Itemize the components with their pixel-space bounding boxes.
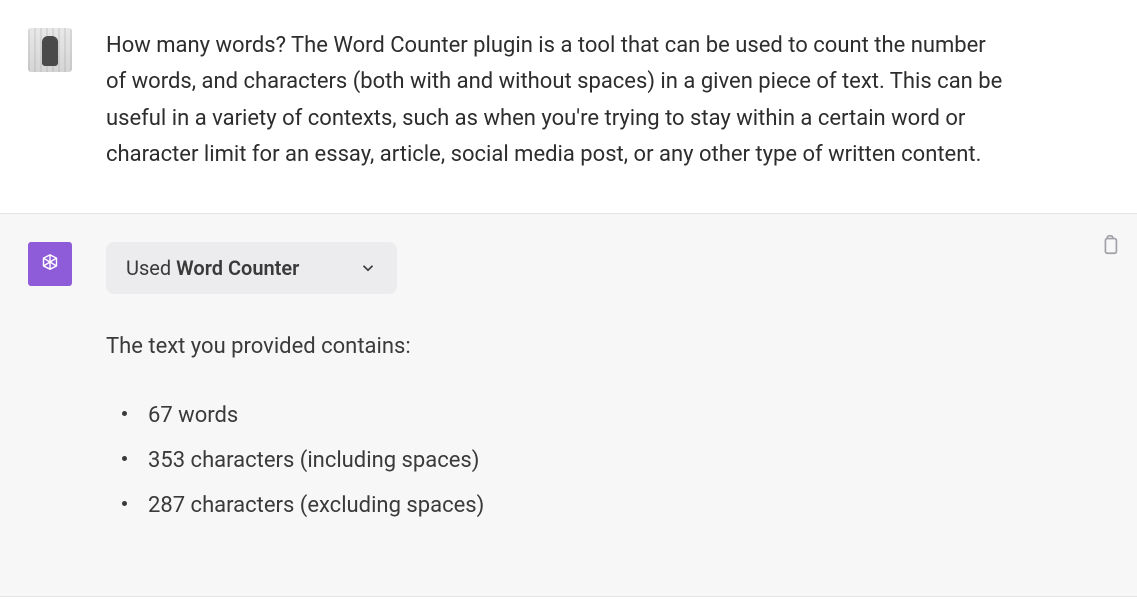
result-list: 67 words 353 characters (including space… <box>106 401 1006 521</box>
plugin-used-prefix: Used <box>126 256 176 280</box>
plugin-used-label: Used Word Counter <box>126 256 299 280</box>
openai-logo-icon <box>37 251 63 277</box>
assistant-lead-text: The text you provided contains: <box>106 330 1006 363</box>
clipboard-icon[interactable] <box>1099 234 1121 256</box>
plugin-used-name: Word Counter <box>176 256 299 280</box>
assistant-avatar <box>28 242 72 286</box>
list-item: 67 words <box>116 401 1006 432</box>
user-avatar <box>28 28 72 72</box>
user-text: How many words? The Word Counter plugin … <box>106 28 1006 173</box>
list-item: 287 characters (excluding spaces) <box>116 491 1006 522</box>
chevron-down-icon <box>359 259 377 277</box>
plugin-used-pill[interactable]: Used Word Counter <box>106 242 397 294</box>
list-item: 353 characters (including spaces) <box>116 446 1006 477</box>
assistant-content: Used Word Counter The text you provided … <box>106 242 1086 535</box>
assistant-message: Used Word Counter The text you provided … <box>0 213 1137 596</box>
user-message: How many words? The Word Counter plugin … <box>0 0 1137 213</box>
user-content: How many words? The Word Counter plugin … <box>106 28 1086 173</box>
